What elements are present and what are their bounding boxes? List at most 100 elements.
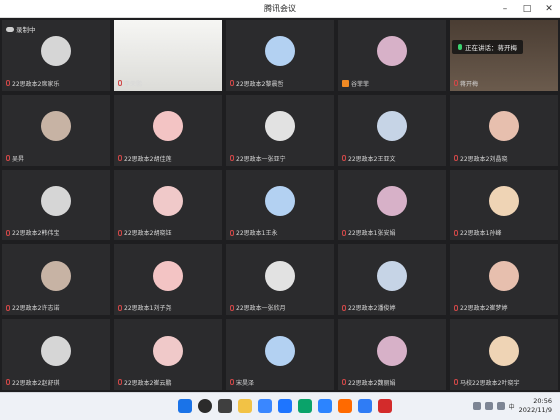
participant-name-label: 22思政本1孙峰 <box>460 230 502 238</box>
edge-icon[interactable] <box>258 399 272 413</box>
participant-tile[interactable]: 22思政本2赵舒琪 <box>2 319 110 390</box>
participant-name-label: 22思政本1张安娟 <box>348 230 396 238</box>
participant-name: 22思政本1刘子尧 <box>118 303 171 312</box>
participant-name: 22思政本2胡晓钰 <box>118 228 171 237</box>
app-icon-3[interactable] <box>378 399 392 413</box>
avatar <box>377 335 407 366</box>
mic-muted-icon <box>118 80 122 87</box>
participant-name-label: 22思政本2胡佳莲 <box>124 155 172 163</box>
minimize-icon[interactable]: – <box>494 0 516 18</box>
mic-muted-icon <box>230 229 234 236</box>
participant-tile[interactable]: 22思政本一张欣月 <box>226 244 334 316</box>
speaking-indicator: 正在讲话：蒋开梅 <box>452 40 523 54</box>
app-icon-2[interactable] <box>338 399 352 413</box>
clock-time: 20:56 <box>533 397 552 405</box>
participant-tile[interactable]: 宋昊泽 <box>226 319 334 390</box>
avatar <box>265 111 295 142</box>
mic-muted-icon <box>6 155 10 162</box>
participant-name: 谷菲菲 <box>342 79 369 88</box>
participant-tile[interactable]: 马校22思政本2叶晓宇 <box>450 319 558 390</box>
host-badge-icon <box>342 79 349 87</box>
mic-muted-icon <box>342 155 346 162</box>
avatar <box>489 335 519 366</box>
mic-muted-icon <box>454 304 458 311</box>
participant-tile[interactable]: 22思政本2胡佳莲 <box>114 94 222 166</box>
mic-muted-icon <box>118 379 122 386</box>
windows-start-icon[interactable] <box>178 399 192 413</box>
search-icon[interactable] <box>198 399 212 413</box>
clock[interactable]: 20:56 2022/11/9 <box>519 397 552 415</box>
clock-date: 2022/11/9 <box>518 406 552 414</box>
avatar <box>377 185 407 216</box>
participant-tile[interactable]: 22思政本2魏丽娟 <box>338 319 446 390</box>
mic-muted-icon <box>118 304 122 311</box>
participant-tile[interactable]: 22思政本2王亚文 <box>338 94 446 166</box>
participant-name: 22思政本2潘俊婷 <box>342 303 395 312</box>
chevron-up-icon[interactable] <box>472 402 481 410</box>
participant-name: 22思政本2赵舒琪 <box>6 378 59 387</box>
recording-label: 录制中 <box>16 26 36 34</box>
mic-muted-icon <box>118 155 122 162</box>
cloud-record-icon <box>6 26 14 32</box>
participant-name-label: 22思政本2席家乐 <box>12 80 60 88</box>
avatar <box>153 260 183 291</box>
task-view-icon[interactable] <box>218 399 232 413</box>
participant-name: 马校22思政本2叶晓宇 <box>454 378 519 387</box>
avatar <box>377 260 407 291</box>
avatar <box>41 335 71 366</box>
participant-tile[interactable]: 李荣鹏 <box>114 20 222 91</box>
participant-tile[interactable]: 吴昇 <box>2 94 110 166</box>
avatar <box>377 111 407 142</box>
participant-tile[interactable]: 22思政本2许志诺 <box>2 244 110 316</box>
avatar <box>41 111 71 142</box>
meeting-icon[interactable] <box>318 399 332 413</box>
maximize-icon[interactable]: □ <box>516 0 538 18</box>
participant-tile[interactable]: 22思政本1张安娟 <box>338 169 446 241</box>
mic-muted-icon <box>6 229 10 236</box>
participant-name-label: 22思政本2黎晨哲 <box>236 80 284 88</box>
participant-tile[interactable]: 22思政本2黎晨哲 <box>226 20 334 91</box>
participant-tile[interactable]: 22思政本1孙峰 <box>450 169 558 241</box>
ime-indicator[interactable]: 中 <box>509 402 515 411</box>
participant-tile[interactable]: 22思政本2刘晶晓 <box>450 94 558 166</box>
file-explorer-icon[interactable] <box>238 399 252 413</box>
avatar <box>41 185 71 216</box>
speaking-label: 正在讲话：蒋开梅 <box>465 44 517 52</box>
volume-icon[interactable] <box>496 402 505 410</box>
network-icon[interactable] <box>484 402 493 410</box>
participant-name-label: 22思政本2胡晓钰 <box>124 230 172 238</box>
participant-tile[interactable]: 22思政本一张亚宁 <box>226 94 334 166</box>
mic-muted-icon <box>6 379 10 386</box>
participant-tile[interactable]: 蒋开梅 <box>450 20 558 91</box>
participant-name: 22思政本2许志诺 <box>6 303 59 312</box>
participant-tile[interactable]: 22思政本2崔梦婷 <box>450 244 558 316</box>
participant-tile[interactable]: 22思政本1刘子尧 <box>114 244 222 316</box>
participant-name: 22思政本2胡佳莲 <box>118 154 171 163</box>
participant-tile[interactable]: 22思政本2崔云鹏 <box>114 319 222 390</box>
meeting-gallery: 22思政本2席家乐 李荣鹏 22思政本2黎晨哲 谷菲菲 蒋开梅吴昇 22思政本2胡佳莲 22… <box>0 18 560 392</box>
participant-tile[interactable]: 22思政本2韩伟宝 <box>2 169 110 241</box>
participant-name-label: 22思政本2赵舒琪 <box>12 379 60 387</box>
close-icon[interactable]: ✕ <box>538 0 560 18</box>
participant-name-label: 22思政本2潘俊婷 <box>348 305 396 313</box>
mic-active-icon <box>458 44 462 50</box>
participant-name: 22思政本2王亚文 <box>342 154 395 163</box>
app-icon[interactable] <box>298 399 312 413</box>
participant-name-label: 22思政本2许志诺 <box>12 305 60 313</box>
tencent-meeting-icon[interactable] <box>358 399 372 413</box>
participant-name-label: 22思政本1王永 <box>236 230 278 238</box>
browser-icon[interactable] <box>278 399 292 413</box>
participant-name: 22思政本1孙峰 <box>454 228 501 237</box>
participant-name-label: 宋昊泽 <box>236 379 255 387</box>
participant-name: 22思政本一张亚宁 <box>230 154 286 163</box>
participant-name: 22思政本1张安娟 <box>342 228 395 237</box>
participant-tile[interactable]: 22思政本2潘俊婷 <box>338 244 446 316</box>
participant-tile[interactable]: 谷菲菲 <box>338 20 446 91</box>
avatar <box>489 111 519 142</box>
mic-muted-icon <box>230 80 234 87</box>
participant-name-label: 吴昇 <box>12 155 25 163</box>
participant-tile[interactable]: 22思政本1王永 <box>226 169 334 241</box>
mic-muted-icon <box>454 229 458 236</box>
participant-tile[interactable]: 22思政本2胡晓钰 <box>114 169 222 241</box>
avatar <box>265 185 295 216</box>
